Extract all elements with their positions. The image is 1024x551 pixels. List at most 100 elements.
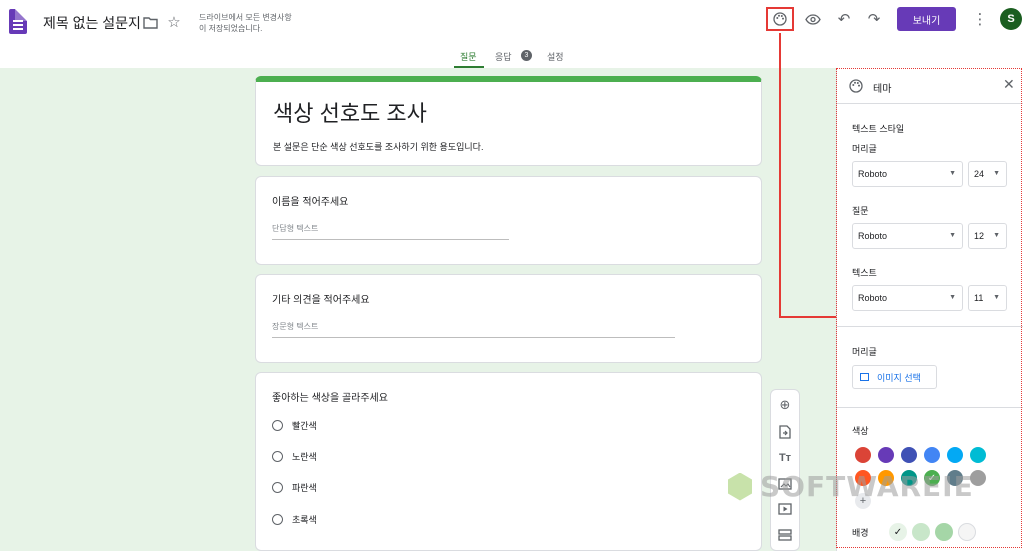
avatar[interactable]: S bbox=[1000, 8, 1022, 30]
header-font-select[interactable]: Roboto ▼ bbox=[852, 161, 963, 187]
more-vert-icon[interactable]: ⋮ bbox=[970, 9, 990, 29]
undo-icon[interactable]: ↶ bbox=[834, 9, 854, 29]
background-swatch[interactable] bbox=[935, 523, 953, 541]
tab-settings[interactable]: 설정 bbox=[547, 50, 564, 63]
add-color-icon[interactable]: + bbox=[855, 493, 871, 509]
tab-responses[interactable]: 응답 bbox=[495, 50, 512, 63]
radio-button[interactable] bbox=[272, 451, 283, 462]
radio-button[interactable] bbox=[272, 420, 283, 431]
color-swatch[interactable] bbox=[855, 447, 871, 463]
redo-icon[interactable]: ↷ bbox=[864, 9, 884, 29]
dropdown-arrow-icon: ▼ bbox=[949, 294, 956, 301]
form-tabs: 질문 응답 3 설정 bbox=[0, 44, 1024, 68]
question-font-value: Roboto bbox=[858, 231, 888, 241]
document-title[interactable]: 제목 없는 설문지 bbox=[43, 13, 141, 33]
annotation-connector bbox=[779, 33, 781, 318]
dropdown-arrow-icon: ▼ bbox=[949, 232, 956, 239]
palette-icon bbox=[849, 79, 863, 96]
text-style-heading: 텍스트 스타일 bbox=[852, 124, 905, 134]
text-font-value: Roboto bbox=[858, 293, 888, 303]
background-label: 배경 bbox=[852, 528, 869, 538]
star-icon[interactable]: ☆ bbox=[164, 12, 184, 32]
answer-underline bbox=[272, 239, 509, 240]
form-description[interactable]: 본 설문은 단순 색상 선호도를 조사하기 위한 용도입니다. bbox=[273, 140, 483, 153]
preview-eye-icon[interactable] bbox=[803, 9, 823, 29]
question-card-name[interactable]: 이름을 적어주세요 단답형 텍스트 bbox=[255, 176, 762, 265]
choose-image-label: 이미지 선택 bbox=[877, 372, 921, 383]
text-font-select[interactable]: Roboto ▼ bbox=[852, 285, 963, 311]
annotation-connector bbox=[779, 316, 836, 318]
radio-option[interactable]: 파란색 bbox=[272, 481, 317, 494]
color-swatch[interactable] bbox=[970, 470, 986, 486]
color-swatch[interactable] bbox=[970, 447, 986, 463]
send-button[interactable]: 보내기 bbox=[897, 7, 956, 31]
dropdown-arrow-icon: ▼ bbox=[993, 294, 1000, 301]
add-question-icon[interactable]: ⊕ bbox=[776, 396, 794, 414]
folder-icon[interactable] bbox=[140, 12, 160, 32]
add-section-icon[interactable] bbox=[776, 526, 794, 544]
question-font-select[interactable]: Roboto ▼ bbox=[852, 223, 963, 249]
short-answer-placeholder: 단답형 텍스트 bbox=[272, 224, 319, 233]
color-label: 색상 bbox=[852, 426, 869, 436]
theme-panel-title: 테마 bbox=[873, 84, 892, 95]
form-title[interactable]: 색상 선호도 조사 bbox=[273, 96, 427, 128]
text-size-value: 11 bbox=[974, 293, 984, 303]
header-size-select[interactable]: 24 ▼ bbox=[968, 161, 1007, 187]
color-swatch[interactable] bbox=[855, 470, 871, 486]
background-swatch[interactable] bbox=[912, 523, 930, 541]
color-swatch[interactable] bbox=[924, 447, 940, 463]
import-questions-icon[interactable] bbox=[776, 423, 794, 441]
color-swatch[interactable]: ✓ bbox=[924, 470, 940, 486]
answer-underline bbox=[272, 337, 675, 338]
add-title-icon[interactable]: Tт bbox=[776, 449, 794, 467]
choose-image-button[interactable]: 이미지 선택 bbox=[852, 365, 937, 389]
question-title[interactable]: 기타 의견을 적어주세요 bbox=[272, 291, 370, 306]
radio-option-label: 노란색 bbox=[292, 452, 317, 462]
question-title[interactable]: 좋아하는 색상을 골라주세요 bbox=[272, 389, 388, 404]
forms-logo-icon[interactable] bbox=[9, 9, 27, 34]
text-size-select[interactable]: 11 ▼ bbox=[968, 285, 1007, 311]
responses-count-badge: 3 bbox=[521, 50, 532, 61]
question-size-select[interactable]: 12 ▼ bbox=[968, 223, 1007, 249]
background-swatch[interactable]: ✓ bbox=[889, 523, 907, 541]
radio-option-label: 파란색 bbox=[292, 483, 317, 493]
radio-button[interactable] bbox=[272, 482, 283, 493]
color-swatch[interactable] bbox=[901, 447, 917, 463]
radio-option[interactable]: 초록색 bbox=[272, 513, 317, 526]
theme-panel-header: 테마 ✕ bbox=[837, 68, 1023, 104]
header-size-value: 24 bbox=[974, 169, 985, 179]
palette-icon[interactable] bbox=[766, 7, 794, 31]
form-title-card[interactable]: 색상 선호도 조사 본 설문은 단순 색상 선호도를 조사하기 위한 용도입니다… bbox=[255, 76, 762, 166]
dropdown-arrow-icon: ▼ bbox=[993, 232, 1000, 239]
background-swatch[interactable] bbox=[958, 523, 976, 541]
color-swatch[interactable] bbox=[878, 447, 894, 463]
radio-option-label: 초록색 bbox=[292, 515, 317, 525]
question-card-comments[interactable]: 기타 의견을 적어주세요 장문형 텍스트 bbox=[255, 274, 762, 363]
dropdown-arrow-icon: ▼ bbox=[949, 170, 956, 177]
radio-option[interactable]: 빨간색 bbox=[272, 419, 317, 432]
tab-questions[interactable]: 질문 bbox=[460, 50, 477, 63]
question-font-label: 질문 bbox=[852, 206, 869, 216]
long-answer-placeholder: 장문형 텍스트 bbox=[272, 322, 319, 331]
close-icon[interactable]: ✕ bbox=[1003, 76, 1015, 93]
add-image-icon[interactable] bbox=[776, 475, 794, 493]
divider bbox=[837, 326, 1023, 327]
radio-option[interactable]: 노란색 bbox=[272, 450, 317, 463]
save-status-line1: 드라이브에서 모든 변경사항 bbox=[199, 13, 292, 22]
color-swatch[interactable] bbox=[878, 470, 894, 486]
dropdown-arrow-icon: ▼ bbox=[993, 170, 1000, 177]
radio-option-label: 빨간색 bbox=[292, 421, 317, 431]
header-image-label: 머리글 bbox=[852, 347, 877, 357]
header-font-label: 머리글 bbox=[852, 144, 877, 154]
color-swatch[interactable] bbox=[947, 447, 963, 463]
question-title[interactable]: 이름을 적어주세요 bbox=[272, 193, 348, 208]
add-video-icon[interactable] bbox=[776, 500, 794, 518]
question-card-color[interactable]: 좋아하는 색상을 골라주세요 빨간색 노란색 파란색 초록색 bbox=[255, 372, 762, 551]
radio-button[interactable] bbox=[272, 514, 283, 525]
text-font-label: 텍스트 bbox=[852, 268, 877, 278]
image-icon bbox=[860, 373, 869, 381]
save-status: 드라이브에서 모든 변경사항 이 저장되었습니다. bbox=[199, 12, 319, 34]
color-swatch[interactable] bbox=[947, 470, 963, 486]
theme-panel: 테마 ✕ 텍스트 스타일 머리글 Roboto ▼ 24 ▼ 질문 Roboto… bbox=[836, 68, 1024, 551]
color-swatch[interactable] bbox=[901, 470, 917, 486]
